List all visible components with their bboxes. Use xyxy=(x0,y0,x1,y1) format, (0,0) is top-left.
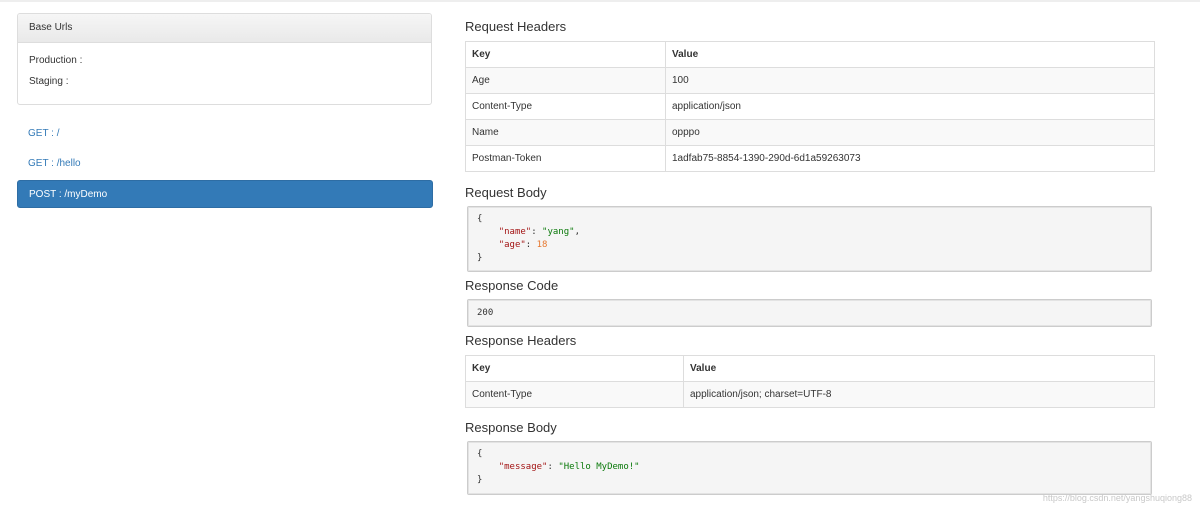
production-label: Production : xyxy=(29,55,83,66)
staging-label: Staging : xyxy=(29,76,69,87)
request-body-code: { "name": "yang", "age": 18 } xyxy=(467,206,1152,272)
header-key: Content-Type xyxy=(465,93,666,120)
json-key: "message" xyxy=(498,462,548,472)
json-key: "age" xyxy=(498,240,526,250)
json-open-brace: { xyxy=(477,449,483,459)
watermark: https://blog.csdn.net/yangshuqiong88 xyxy=(1042,493,1192,503)
column-header-key: Key xyxy=(465,355,684,382)
response-code-title: Response Code xyxy=(465,278,559,293)
header-key: Postman-Token xyxy=(465,145,666,172)
response-body-code: { "message": "Hello MyDemo!" } xyxy=(467,441,1152,495)
top-divider xyxy=(0,0,1200,2)
response-code-box: 200 xyxy=(467,299,1152,327)
table-header-row: Key Value xyxy=(465,41,1155,68)
table-row: Content-Type application/json xyxy=(465,93,1155,120)
json-separator: : xyxy=(525,240,537,250)
endpoint-get-root[interactable]: GET : / xyxy=(17,120,433,148)
json-number-value: 18 xyxy=(536,240,548,250)
response-headers-title: Response Headers xyxy=(465,333,577,348)
json-separator: : xyxy=(547,462,559,472)
json-string-value: "Hello MyDemo!" xyxy=(558,462,640,472)
header-value: opppo xyxy=(665,119,1155,146)
table-header-row: Key Value xyxy=(465,355,1155,382)
column-header-value: Value xyxy=(683,355,1155,382)
request-headers-title: Request Headers xyxy=(465,19,567,34)
json-comma: , xyxy=(574,227,580,237)
response-body-title: Response Body xyxy=(465,420,557,435)
table-row: Postman-Token 1adfab75-8854-1390-290d-6d… xyxy=(465,145,1155,172)
table-row: Name opppo xyxy=(465,119,1155,146)
json-separator: : xyxy=(531,227,543,237)
base-urls-panel: Base Urls Production : Staging : xyxy=(17,13,432,105)
endpoint-post-mydemo[interactable]: POST : /myDemo xyxy=(17,180,433,208)
json-open-brace: { xyxy=(477,214,483,224)
response-headers-table: Key Value Content-Type application/json;… xyxy=(465,355,1155,408)
header-key: Content-Type xyxy=(465,381,684,408)
table-row: Age 100 xyxy=(465,67,1155,94)
endpoint-list: GET : / GET : /hello POST : /myDemo xyxy=(17,120,433,210)
json-close-brace: } xyxy=(477,475,483,485)
header-key: Name xyxy=(465,119,666,146)
base-urls-heading: Base Urls xyxy=(18,14,431,43)
table-row: Content-Type application/json; charset=U… xyxy=(465,381,1155,408)
column-header-value: Value xyxy=(665,41,1155,68)
header-value: 100 xyxy=(665,67,1155,94)
endpoint-get-hello[interactable]: GET : /hello xyxy=(17,150,433,178)
request-body-title: Request Body xyxy=(465,185,547,200)
header-key: Age xyxy=(465,67,666,94)
header-value: application/json; charset=UTF-8 xyxy=(683,381,1155,408)
json-close-brace: } xyxy=(477,253,483,263)
header-value: 1adfab75-8854-1390-290d-6d1a59263073 xyxy=(665,145,1155,172)
base-urls-body: Production : Staging : xyxy=(18,43,431,104)
json-string-value: "yang" xyxy=(542,227,575,237)
request-headers-table: Key Value Age 100 Content-Type applicati… xyxy=(465,41,1155,172)
header-value: application/json xyxy=(665,93,1155,120)
column-header-key: Key xyxy=(465,41,666,68)
json-key: "name" xyxy=(498,227,532,237)
